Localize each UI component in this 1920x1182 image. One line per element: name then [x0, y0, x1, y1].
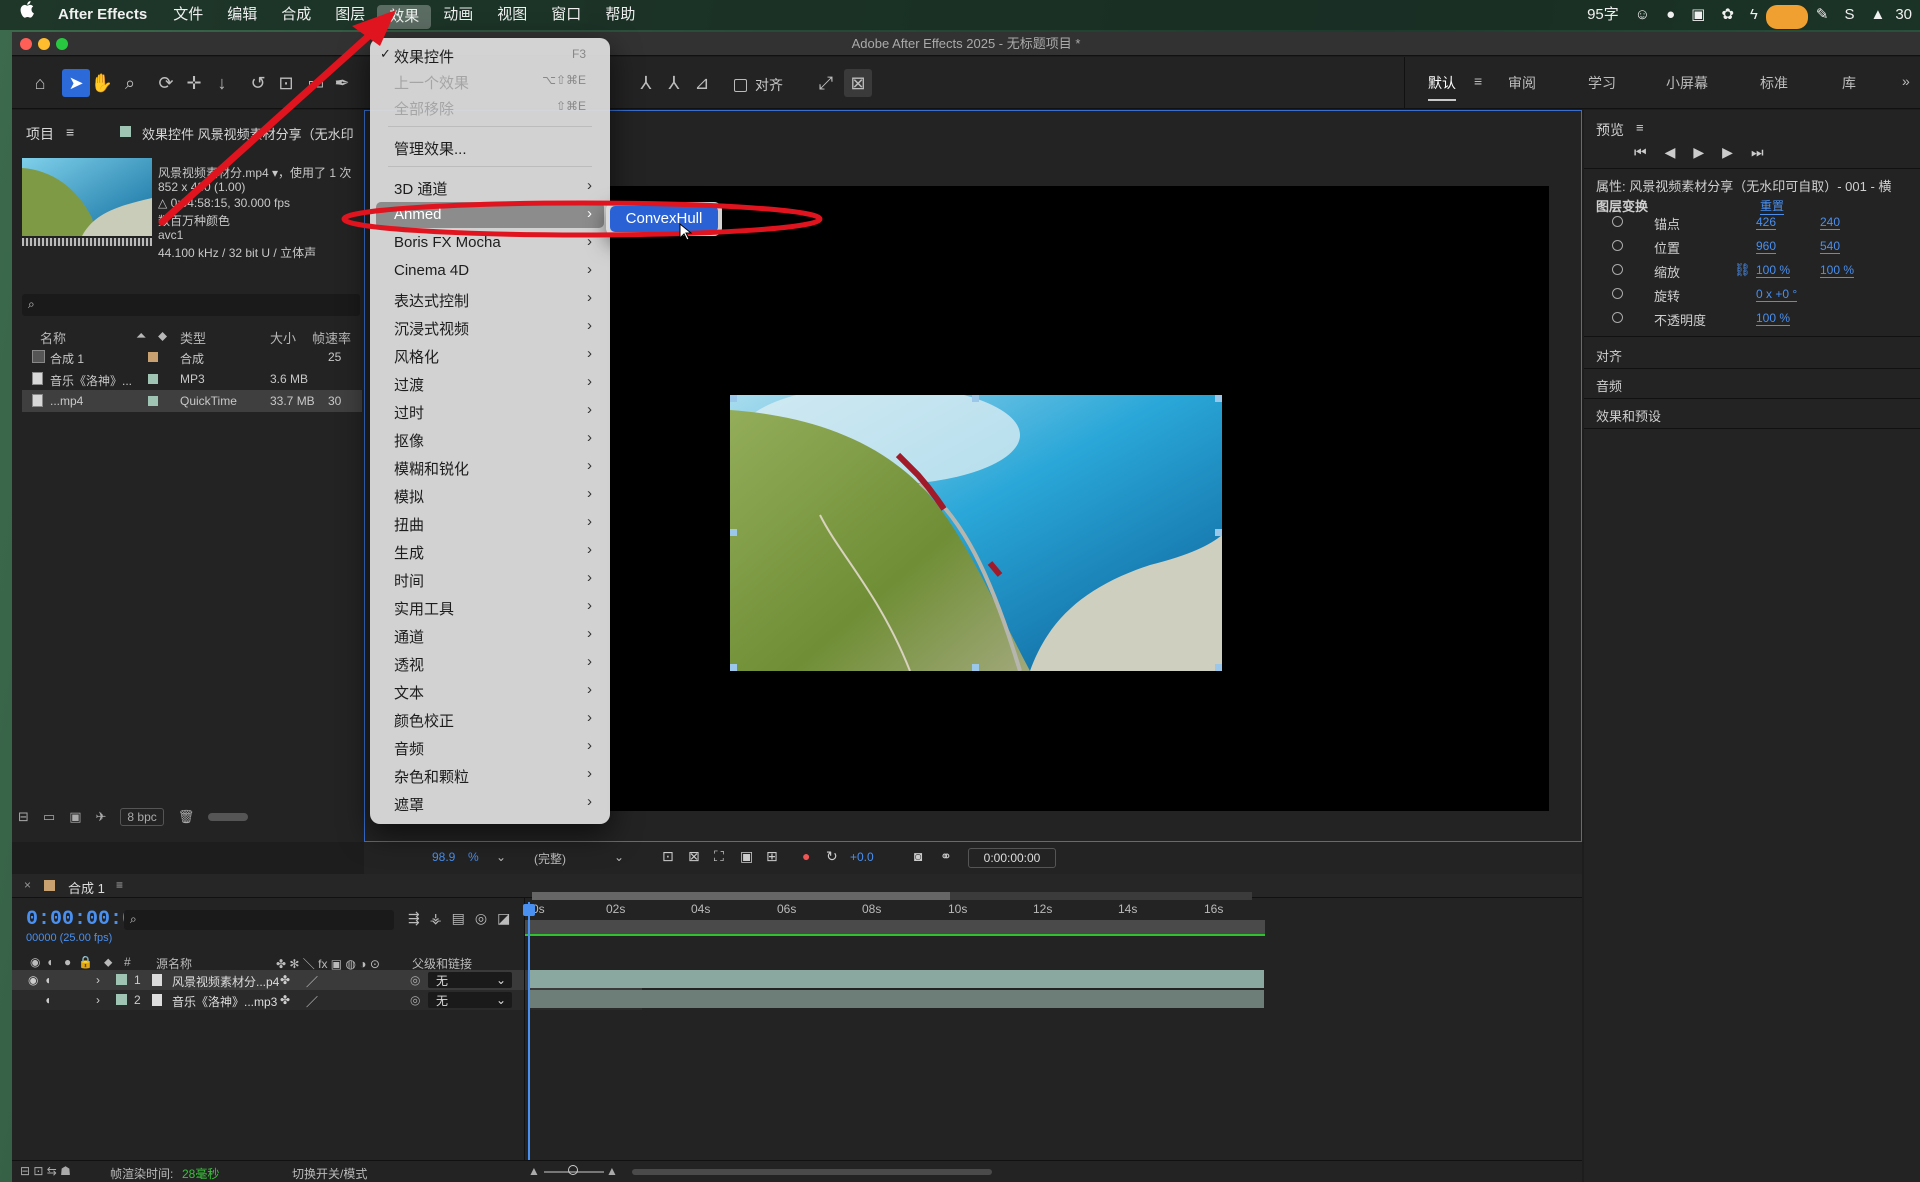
mouse-cursor-icon — [679, 222, 693, 241]
annotation-ellipse — [341, 200, 823, 238]
annotation-overlay — [158, 10, 823, 241]
annotation-arrow — [158, 20, 386, 226]
